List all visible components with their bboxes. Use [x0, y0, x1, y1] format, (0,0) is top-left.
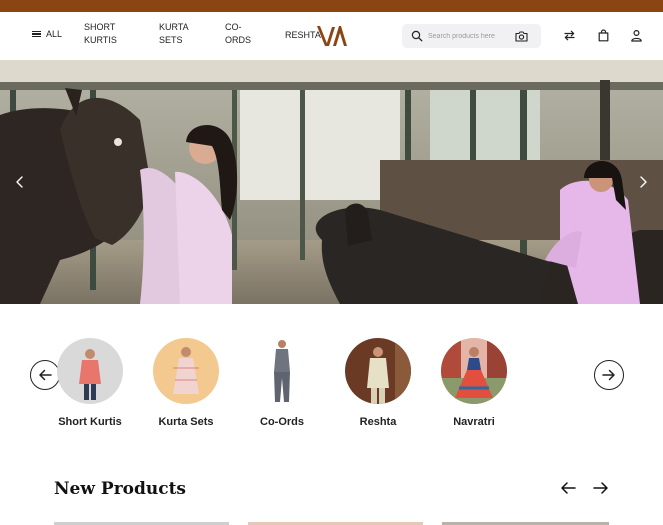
menu-icon [32, 30, 41, 38]
category-label: Co-Ords [260, 416, 304, 428]
menu-all-label: ALL [46, 29, 63, 39]
brand-logo[interactable] [315, 23, 349, 49]
header: ALL SHORT KURTIS KURTA SETS CO- ORDS RES… [0, 12, 663, 60]
nav-short-kurtis[interactable]: SHORT KURTIS [84, 21, 132, 47]
nav-short-kurtis-line1: SHORT [84, 22, 116, 32]
category-navratri[interactable]: Navratri [429, 338, 519, 434]
nav-kurta-sets-line1: KURTA [159, 22, 189, 32]
category-image [249, 338, 315, 404]
nav-short-kurtis-line2: KURTIS [84, 35, 117, 45]
new-products-title: New Products [54, 479, 187, 499]
nav-kurta-sets-line2: SETS [159, 35, 183, 45]
nav-kurta-sets[interactable]: KURTA SETS [159, 21, 207, 47]
arrow-right-icon [602, 369, 615, 381]
compare-icon[interactable] [563, 29, 576, 42]
categories-next-button[interactable] [594, 360, 624, 390]
category-image [441, 338, 507, 404]
products-next-arrow-icon[interactable] [593, 481, 609, 495]
category-label: Navratri [453, 416, 495, 428]
nav-co-ords-line1: CO- [225, 22, 242, 32]
user-icon[interactable] [630, 29, 643, 42]
category-label: Kurta Sets [158, 416, 214, 428]
search-icon[interactable] [411, 30, 423, 42]
category-image [345, 338, 411, 404]
camera-search-icon[interactable] [515, 30, 528, 42]
hero-next-arrow-icon[interactable] [635, 174, 651, 190]
search-bar [402, 24, 541, 48]
menu-all-button[interactable]: ALL [32, 29, 62, 39]
category-reshta[interactable]: Reshta [333, 338, 423, 434]
category-co-ords[interactable]: Co-Ords [237, 338, 327, 434]
category-label: Reshta [359, 416, 397, 428]
nav-co-ords-line2: ORDS [225, 35, 252, 45]
category-label: Short Kurtis [58, 416, 122, 428]
category-kurta-sets[interactable]: Kurta Sets [141, 338, 231, 434]
products-prev-arrow-icon[interactable] [560, 481, 576, 495]
announcement-bar [0, 0, 663, 12]
category-image [57, 338, 123, 404]
bag-icon[interactable] [597, 29, 610, 42]
search-input[interactable] [428, 29, 513, 43]
hero-banner[interactable] [0, 60, 663, 304]
hero-image [0, 60, 663, 304]
category-image [153, 338, 219, 404]
nav-co-ords[interactable]: CO- ORDS [225, 21, 273, 47]
category-short-kurtis[interactable]: Short Kurtis [45, 338, 135, 434]
hero-prev-arrow-icon[interactable] [12, 174, 28, 190]
